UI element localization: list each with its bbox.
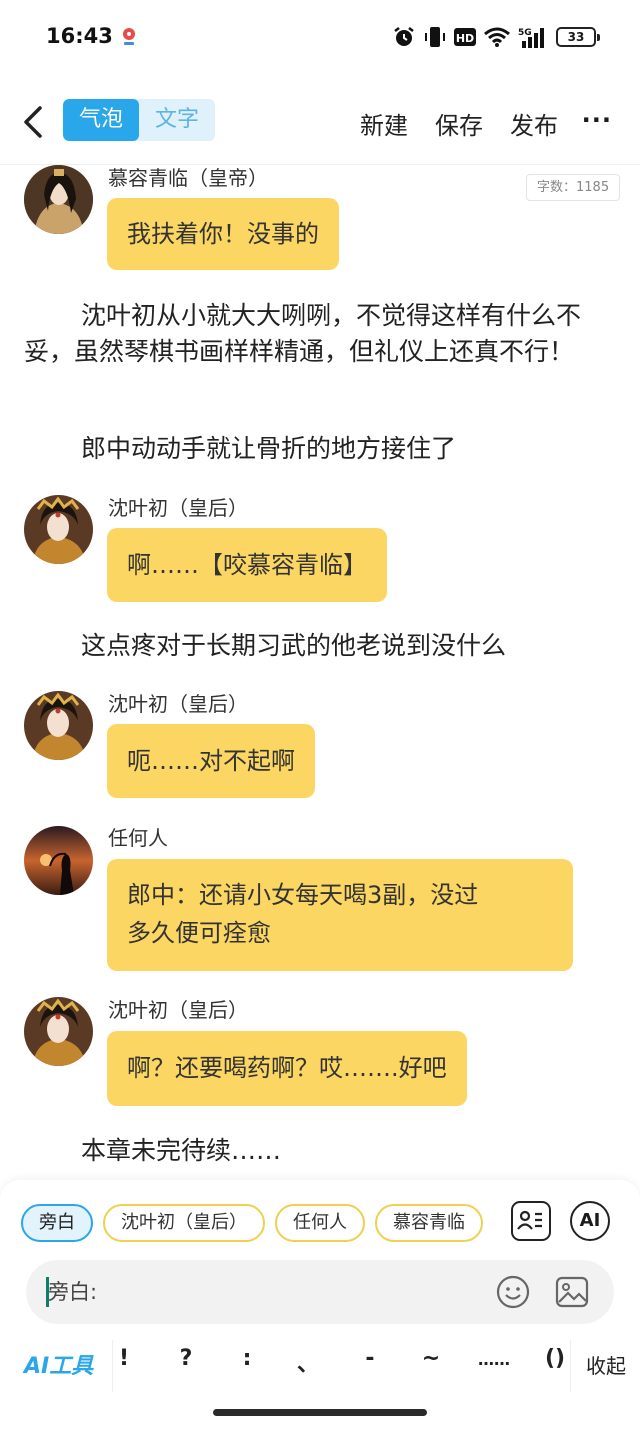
image-upload-button[interactable] [554,1274,590,1310]
punct-question[interactable]: ? [171,1346,201,1371]
narration-text[interactable]: 沈叶初从小就大大咧咧，不觉得这样有什么不妥，虽然琴棋书画样样精通，但礼仪上还真不… [24,298,616,370]
avatar-empress[interactable] [24,997,93,1066]
ai-button[interactable]: AI [570,1201,610,1241]
home-indicator[interactable] [213,1409,427,1416]
punct-colon[interactable]: : [232,1346,262,1371]
message-bubble[interactable]: 郎中：还请小女每天喝3副，没过 多久便可痊愈 [107,859,573,971]
sunset-silhouette-icon [24,826,93,895]
input-value: 旁白: [48,1280,98,1304]
more-button[interactable]: ··· [582,106,612,134]
avatar-emperor[interactable] [24,165,93,234]
punctuation-toolbar: AI工具 ! ? : 、 - ~ …… () 收起 [0,1340,640,1392]
alarm-icon [394,27,414,46]
empress-portrait-icon [24,691,93,760]
hd-icon: HD [454,28,476,46]
contact-card-icon [517,1210,542,1230]
input-panel: 旁白 沈叶初（皇后） 任何人 慕容青临 AI 旁白: AI工具 ! ? : 、 - [0,1180,640,1400]
punct-tilde[interactable]: ~ [416,1346,446,1371]
message-line: 郎中：还请小女每天喝3副，没过 [127,881,479,909]
editor-header: 气泡 文字 新建 保存 发布 ··· [0,88,640,154]
speaker-name: 慕容青临（皇帝） [108,166,268,190]
wifi-icon [484,27,510,47]
avatar-anyone[interactable] [24,826,93,895]
new-button[interactable]: 新建 [360,106,408,141]
punct-dash[interactable]: - [355,1346,385,1371]
mode-switch: 气泡 文字 [63,99,215,141]
svg-text:5G: 5G [518,28,532,38]
publish-button[interactable]: 发布 [510,106,558,141]
role-selector: 旁白 沈叶初（皇后） 任何人 慕容青临 [21,1204,491,1242]
signal-5g-icon: 5G [518,28,544,48]
role-manager-button[interactable] [511,1201,551,1241]
save-button[interactable]: 保存 [435,106,483,141]
status-time: 16:43 [46,24,113,48]
message-line: 多久便可痊愈 [127,919,271,947]
avatar-empress[interactable] [24,691,93,760]
word-count-badge: 字数：1185 [526,174,621,201]
toolbar-divider [570,1340,571,1392]
narration-text[interactable]: 郎中动动手就让骨折的地方接住了 [24,431,616,467]
message-bubble[interactable]: 呃……对不起啊 [107,724,315,798]
story-content[interactable]: 字数：1185 慕容青临（皇帝） 我扶着你！没事的 沈叶初从小就大大咧咧，不觉得… [0,165,640,1180]
emperor-portrait-icon [24,165,93,234]
svg-text:HD: HD [456,32,474,45]
message-bubble[interactable]: 啊？还要喝药啊？哎…….好吧 [107,1031,467,1106]
role-chip-narration[interactable]: 旁白 [21,1204,93,1242]
speaker-name: 沈叶初（皇后） [108,496,248,520]
status-bar: 16:43 HD 5G 33 [0,0,640,72]
punct-parentheses[interactable]: () [537,1346,573,1371]
location-icon [123,28,135,45]
narration-text[interactable]: 本章未完待续…… [24,1133,616,1169]
emoji-button[interactable] [495,1274,531,1310]
ai-tools-button[interactable]: AI工具 [24,1348,93,1380]
punct-dun[interactable]: 、 [293,1346,323,1378]
tab-text[interactable]: 文字 [139,99,215,141]
battery-indicator: 33 [556,27,600,47]
avatar-empress[interactable] [24,495,93,564]
message-bubble[interactable]: 我扶着你！没事的 [107,198,339,270]
role-chip-anyone[interactable]: 任何人 [275,1204,365,1242]
narration-text[interactable]: 这点疼对于长期习武的他老说到没什么 [24,628,616,664]
speaker-name: 任何人 [108,826,168,850]
status-icons: HD 5G 33 [392,24,600,50]
message-bubble[interactable]: 啊……【咬慕容青临】 [107,528,387,602]
empress-portrait-icon [24,495,93,564]
role-chip-empress[interactable]: 沈叶初（皇后） [103,1204,265,1242]
text-cursor [46,1277,49,1307]
speaker-name: 沈叶初（皇后） [108,998,248,1022]
tab-bubble[interactable]: 气泡 [63,99,139,141]
role-chip-emperor[interactable]: 慕容青临 [375,1204,483,1242]
back-button[interactable] [18,102,50,142]
empress-portrait-icon [24,997,93,1066]
punct-exclamation[interactable]: ! [109,1346,139,1371]
punct-ellipsis[interactable]: …… [474,1350,514,1369]
collapse-button[interactable]: 收起 [586,1350,626,1379]
speaker-name: 沈叶初（皇后） [108,692,248,716]
vibrate-icon [425,27,445,47]
message-input[interactable]: 旁白: [26,1260,614,1324]
